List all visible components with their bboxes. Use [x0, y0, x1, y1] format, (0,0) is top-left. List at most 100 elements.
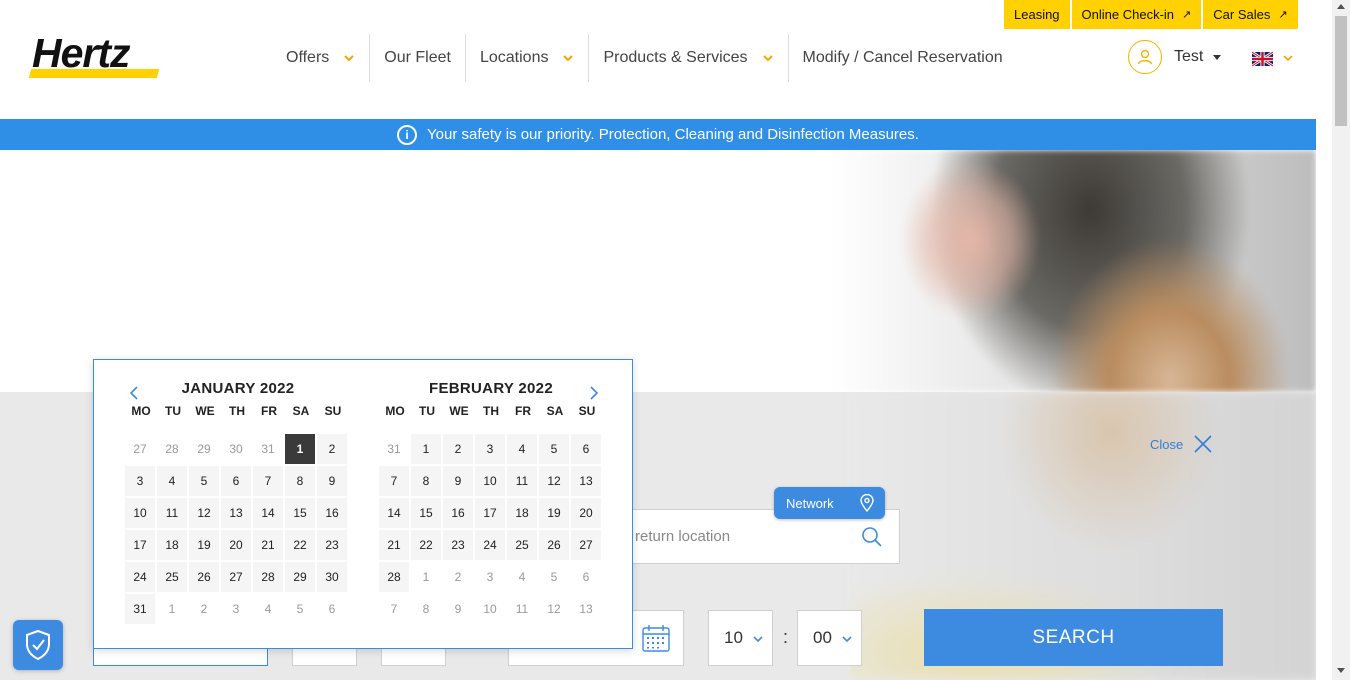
calendar-day[interactable]: 11: [157, 498, 187, 528]
calendar-day[interactable]: 31: [253, 434, 283, 464]
calendar-day[interactable]: 20: [571, 498, 601, 528]
nav-item-our-fleet[interactable]: Our Fleet: [370, 34, 466, 82]
calendar-day[interactable]: 5: [539, 434, 569, 464]
calendar-day[interactable]: 9: [443, 466, 473, 496]
calendar-day[interactable]: 2: [189, 594, 219, 624]
calendar-day[interactable]: 27: [571, 530, 601, 560]
calendar-day[interactable]: 5: [285, 594, 315, 624]
calendar-day[interactable]: 29: [189, 434, 219, 464]
calendar-day[interactable]: 23: [443, 530, 473, 560]
calendar-day[interactable]: 9: [443, 594, 473, 624]
calendar-day[interactable]: 21: [253, 530, 283, 560]
safety-banner[interactable]: i Your safety is our priority. Protectio…: [0, 119, 1316, 150]
calendar-day[interactable]: 12: [539, 594, 569, 624]
calendar-day[interactable]: 19: [189, 530, 219, 560]
calendar-day[interactable]: 10: [125, 498, 155, 528]
calendar-day[interactable]: 28: [379, 562, 409, 592]
calendar-day[interactable]: 8: [411, 466, 441, 496]
calendar-day-selected[interactable]: 1: [285, 434, 315, 464]
calendar-day[interactable]: 6: [317, 594, 347, 624]
calendar-day[interactable]: 13: [571, 466, 601, 496]
nav-item-products-services[interactable]: Products & Services: [589, 34, 789, 82]
calendar-day[interactable]: 7: [253, 466, 283, 496]
calendar-day[interactable]: 29: [285, 562, 315, 592]
calendar-day[interactable]: 30: [317, 562, 347, 592]
scroll-thumb[interactable]: [1335, 16, 1347, 126]
scroll-down-arrow[interactable]: [1337, 668, 1345, 673]
calendar-day[interactable]: 10: [475, 594, 505, 624]
calendar-day[interactable]: 27: [221, 562, 251, 592]
vertical-scrollbar[interactable]: [1332, 0, 1350, 680]
calendar-day[interactable]: 16: [317, 498, 347, 528]
calendar-day[interactable]: 30: [221, 434, 251, 464]
user-menu[interactable]: Test: [1128, 40, 1222, 74]
calendar-day[interactable]: 1: [157, 594, 187, 624]
calendar-day[interactable]: 11: [507, 466, 537, 496]
calendar-day[interactable]: 13: [221, 498, 251, 528]
calendar-day[interactable]: 14: [379, 498, 409, 528]
calendar-day[interactable]: 1: [411, 562, 441, 592]
calendar-day[interactable]: 21: [379, 530, 409, 560]
calendar-day[interactable]: 10: [475, 466, 505, 496]
calendar-day[interactable]: 8: [285, 466, 315, 496]
calendar-day[interactable]: 31: [125, 594, 155, 624]
calendar-day[interactable]: 1: [411, 434, 441, 464]
network-button[interactable]: Network: [774, 487, 885, 519]
scroll-up-arrow[interactable]: [1337, 4, 1345, 9]
calendar-day[interactable]: 2: [443, 562, 473, 592]
calendar-day[interactable]: 24: [475, 530, 505, 560]
calendar-day[interactable]: 15: [285, 498, 315, 528]
calendar-day[interactable]: 5: [189, 466, 219, 496]
calendar-day[interactable]: 17: [125, 530, 155, 560]
calendar-day[interactable]: 3: [475, 434, 505, 464]
uk-flag-icon[interactable]: [1252, 51, 1273, 67]
chevron-down-icon[interactable]: [1282, 52, 1294, 64]
calendar-day[interactable]: 11: [507, 594, 537, 624]
calendar-day[interactable]: 12: [189, 498, 219, 528]
calendar-day[interactable]: 26: [189, 562, 219, 592]
calendar-day[interactable]: 6: [571, 562, 601, 592]
close-button[interactable]: Close: [1150, 434, 1213, 454]
calendar-day[interactable]: 13: [571, 594, 601, 624]
calendar-day[interactable]: 4: [507, 434, 537, 464]
calendar-day[interactable]: 12: [539, 466, 569, 496]
calendar-day[interactable]: 31: [379, 434, 409, 464]
calendar-day[interactable]: 15: [411, 498, 441, 528]
search-button[interactable]: SEARCH: [924, 609, 1223, 666]
car-sales-link[interactable]: Car Sales ↗: [1203, 0, 1298, 29]
calendar-day[interactable]: 27: [125, 434, 155, 464]
calendar-day[interactable]: 9: [317, 466, 347, 496]
search-icon[interactable]: [861, 526, 883, 548]
calendar-day[interactable]: 22: [285, 530, 315, 560]
calendar-icon[interactable]: [641, 623, 671, 653]
calendar-day[interactable]: 5: [539, 562, 569, 592]
calendar-day[interactable]: 24: [125, 562, 155, 592]
calendar-day[interactable]: 23: [317, 530, 347, 560]
nav-item-offers[interactable]: Offers: [272, 34, 371, 82]
calendar-day[interactable]: 3: [221, 594, 251, 624]
return-minute-select[interactable]: 00: [797, 610, 862, 666]
calendar-day[interactable]: 4: [253, 594, 283, 624]
online-checkin-link[interactable]: Online Check-in ↗: [1071, 0, 1202, 29]
calendar-day[interactable]: 22: [411, 530, 441, 560]
calendar-day[interactable]: 25: [507, 530, 537, 560]
return-hour-select[interactable]: 10: [708, 610, 773, 666]
nav-item-modify-cancel[interactable]: Modify / Cancel Reservation: [789, 34, 1017, 82]
calendar-day[interactable]: 6: [571, 434, 601, 464]
calendar-day[interactable]: 20: [221, 530, 251, 560]
privacy-shield-button[interactable]: [13, 620, 63, 670]
calendar-day[interactable]: 2: [317, 434, 347, 464]
calendar-day[interactable]: 8: [411, 594, 441, 624]
calendar-day[interactable]: 19: [539, 498, 569, 528]
calendar-day[interactable]: 7: [379, 466, 409, 496]
calendar-day[interactable]: 18: [157, 530, 187, 560]
calendar-day[interactable]: 17: [475, 498, 505, 528]
calendar-day[interactable]: 18: [507, 498, 537, 528]
calendar-day[interactable]: 25: [157, 562, 187, 592]
nav-item-locations[interactable]: Locations: [466, 34, 590, 82]
calendar-day[interactable]: 3: [475, 562, 505, 592]
calendar-day[interactable]: 4: [507, 562, 537, 592]
calendar-day[interactable]: 6: [221, 466, 251, 496]
calendar-day[interactable]: 2: [443, 434, 473, 464]
calendar-day[interactable]: 26: [539, 530, 569, 560]
